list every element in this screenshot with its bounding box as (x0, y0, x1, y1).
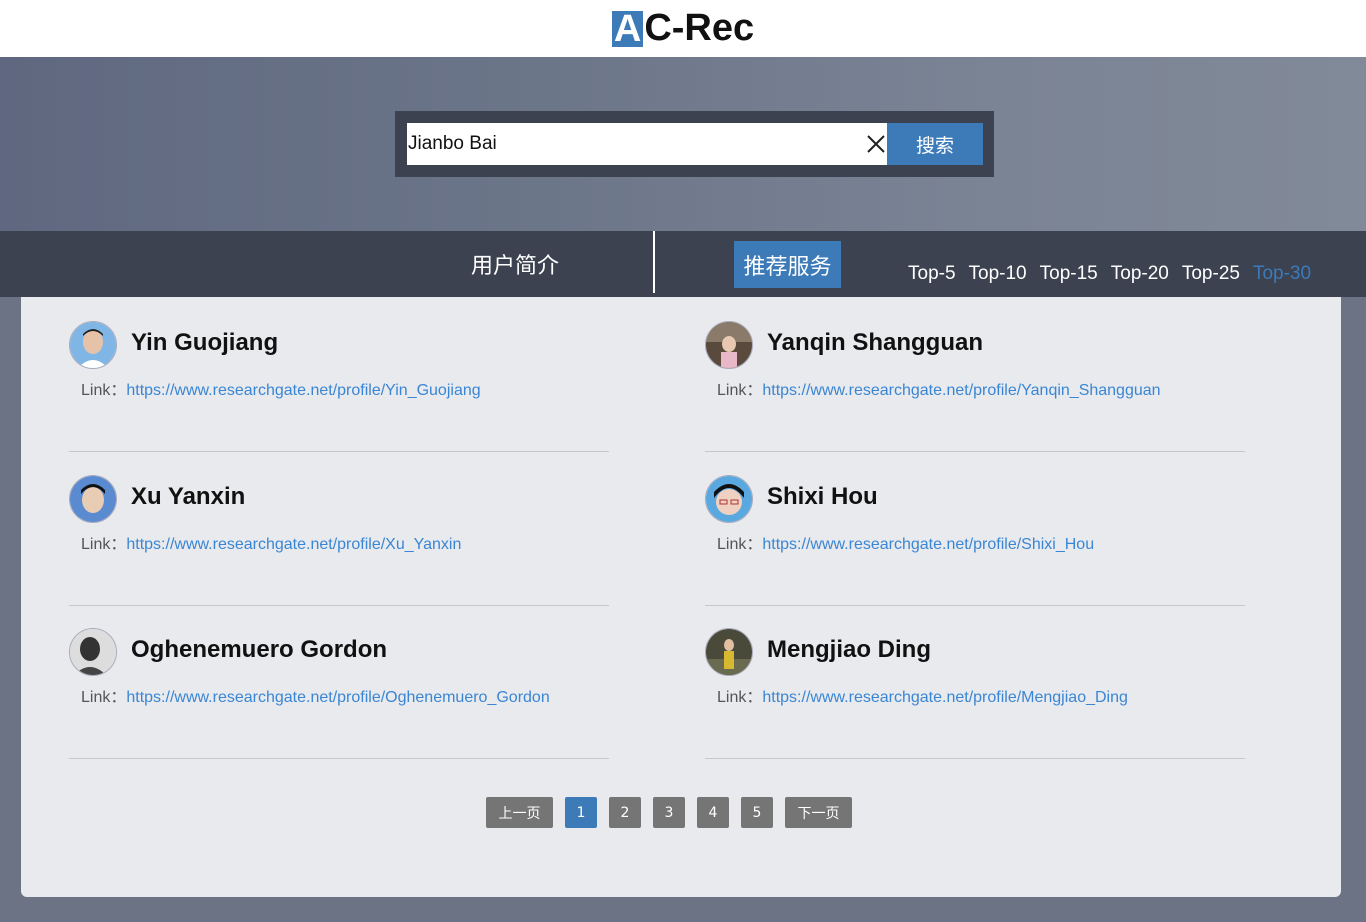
result-card: Yanqin Shangguan Link：https://www.resear… (705, 321, 1245, 452)
topn-20[interactable]: Top-20 (1111, 263, 1169, 285)
nav-divider (653, 231, 655, 293)
result-card: Mengjiao Ding Link：https://www.researchg… (705, 628, 1245, 759)
avatar[interactable] (705, 628, 753, 676)
result-name: Yin Guojiang (131, 329, 279, 356)
topn-5[interactable]: Top-5 (908, 263, 956, 285)
tab-user-profile[interactable]: 用户简介 (450, 231, 580, 297)
result-name: Mengjiao Ding (767, 636, 931, 663)
link-label: Link： (81, 536, 127, 553)
hero-banner: 搜索 (0, 57, 1366, 231)
clear-icon[interactable] (867, 135, 885, 153)
prev-page-button[interactable]: 上一页 (486, 797, 553, 828)
profile-link[interactable]: https://www.researchgate.net/profile/Shi… (762, 536, 1094, 553)
topn-selector: Top-5 Top-10 Top-15 Top-20 Top-25 Top-30 (908, 263, 1311, 285)
topn-25[interactable]: Top-25 (1182, 263, 1240, 285)
link-row: Link：https://www.researchgate.net/profil… (717, 683, 1128, 707)
result-card: Oghenemuero Gordon Link：https://www.rese… (69, 628, 609, 759)
result-name: Yanqin Shangguan (767, 329, 984, 356)
result-name: Shixi Hou (767, 483, 878, 510)
result-card: Xu Yanxin Link：https://www.researchgate.… (69, 475, 609, 606)
pagination: 上一页 1 2 3 4 5 下一页 (486, 797, 864, 828)
search-input-wrap (407, 123, 887, 165)
link-label: Link： (717, 536, 763, 553)
profile-link[interactable]: https://www.researchgate.net/profile/Men… (762, 689, 1128, 706)
profile-link[interactable]: https://www.researchgate.net/profile/Ogh… (126, 689, 549, 706)
result-card: Yin Guojiang Link：https://www.researchga… (69, 321, 609, 452)
nav-bar: 用户简介 推荐服务 Top-5 Top-10 Top-15 Top-20 Top… (0, 231, 1366, 297)
profile-link[interactable]: https://www.researchgate.net/profile/Yan… (762, 382, 1160, 399)
logo-rest: C-Rec (644, 7, 755, 49)
results-panel: Yin Guojiang Link：https://www.researchga… (21, 297, 1341, 897)
result-name: Oghenemuero Gordon (131, 636, 388, 663)
link-label: Link： (81, 689, 127, 706)
avatar[interactable] (705, 321, 753, 369)
link-row: Link：https://www.researchgate.net/profil… (81, 376, 481, 400)
page-5-button[interactable]: 5 (741, 797, 773, 828)
profile-link[interactable]: https://www.researchgate.net/profile/Yin… (126, 382, 480, 399)
link-label: Link： (717, 382, 763, 399)
search-box: 搜索 (395, 111, 994, 177)
app-logo[interactable]: A C-Rec (611, 7, 755, 50)
logo-first-letter: A (611, 7, 644, 50)
next-page-button[interactable]: 下一页 (785, 797, 852, 828)
avatar[interactable] (69, 321, 117, 369)
avatar[interactable] (69, 475, 117, 523)
profile-link[interactable]: https://www.researchgate.net/profile/Xu_… (126, 536, 461, 553)
topn-10[interactable]: Top-10 (969, 263, 1027, 285)
page-2-button[interactable]: 2 (609, 797, 641, 828)
topn-30[interactable]: Top-30 (1253, 263, 1311, 285)
result-card: Shixi Hou Link：https://www.researchgate.… (705, 475, 1245, 606)
link-label: Link： (717, 689, 763, 706)
page-3-button[interactable]: 3 (653, 797, 685, 828)
link-row: Link：https://www.researchgate.net/profil… (717, 376, 1161, 400)
top-bar: A C-Rec (0, 0, 1366, 57)
page-4-button[interactable]: 4 (697, 797, 729, 828)
tab-recommend-service[interactable]: 推荐服务 (734, 241, 841, 288)
topn-15[interactable]: Top-15 (1040, 263, 1098, 285)
avatar[interactable] (69, 628, 117, 676)
link-row: Link：https://www.researchgate.net/profil… (717, 530, 1094, 554)
result-name: Xu Yanxin (131, 483, 246, 510)
link-label: Link： (81, 382, 127, 399)
search-button[interactable]: 搜索 (887, 123, 983, 165)
search-input[interactable] (407, 123, 848, 165)
page-1-button[interactable]: 1 (565, 797, 597, 828)
link-row: Link：https://www.researchgate.net/profil… (81, 530, 461, 554)
avatar[interactable] (705, 475, 753, 523)
link-row: Link：https://www.researchgate.net/profil… (81, 683, 550, 707)
